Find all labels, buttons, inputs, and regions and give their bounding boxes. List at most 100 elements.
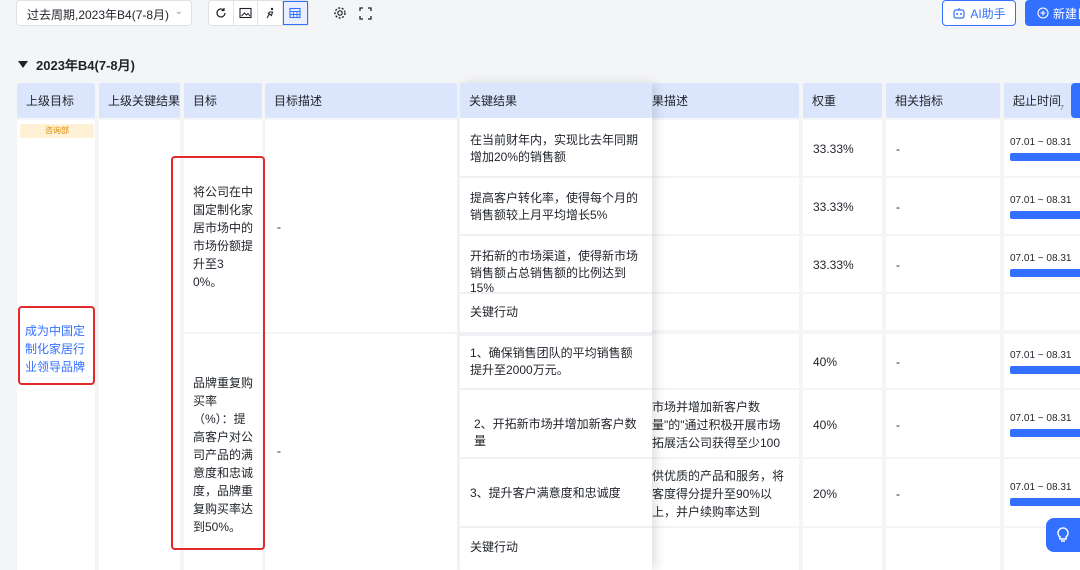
plus-circle-icon [1037, 7, 1049, 19]
header-label: 果描述 [652, 94, 689, 108]
metric-cell [886, 120, 1000, 176]
period-select[interactable]: 过去周期,2023年B4(7-8月) ⌄ [16, 0, 192, 26]
metric-cell [886, 178, 1000, 234]
ai-assistant-button[interactable]: AI助手 [942, 0, 1016, 26]
key-result-item[interactable]: 1、确保销售团队的平均销售额提升至2000万元。 [470, 344, 638, 378]
header-label: 起止时间 [1013, 94, 1062, 108]
expand-icon [358, 6, 372, 20]
date-range: 07.01 ~ 08.31 [1010, 253, 1072, 264]
metric-value: - [896, 258, 900, 272]
key-result-item[interactable]: 提高客户转化率，使得每个月的销售额较上月平均增长5% [470, 189, 638, 223]
row-divider [460, 292, 652, 294]
key-result-item[interactable]: 在当前财年内，实现比去年同期增加20%的销售额 [470, 131, 638, 165]
header-related-metrics[interactable]: 相关指标 [886, 83, 1000, 118]
metric-value: - [896, 200, 900, 214]
side-panel-tab[interactable] [1071, 83, 1080, 118]
header-weight[interactable]: 权重 [803, 83, 882, 118]
settings-button[interactable] [331, 4, 349, 22]
view-refresh-button[interactable] [209, 1, 234, 25]
header-start-end[interactable]: 起止时间 7 [1004, 83, 1080, 118]
metric-value: - [896, 487, 900, 501]
weight-cell [803, 528, 882, 570]
metric-cell [886, 459, 1000, 526]
row-divider [460, 332, 652, 336]
key-result-item[interactable]: 2、开拓新市场并增加新客户数量 [474, 415, 638, 449]
sort-indicator: 7 [1060, 105, 1064, 112]
row-divider [460, 234, 652, 236]
view-progress-button[interactable] [258, 1, 283, 25]
metric-value: - [896, 418, 900, 432]
header-objective[interactable]: 目标 [184, 83, 262, 118]
timeline-bar[interactable] [1010, 429, 1080, 437]
metric-value: - [896, 142, 900, 156]
header-key-result[interactable]: 关键结果 [460, 83, 652, 118]
timeline-bar[interactable] [1010, 366, 1080, 374]
header-label: 上级目标 [26, 94, 75, 108]
new-objective-label: 新建目 [1053, 6, 1080, 21]
highlight-box-objectives [171, 156, 265, 550]
header-kr-desc[interactable]: 果描述 [652, 83, 799, 118]
cycle-title: 2023年B4(7-8月) [36, 58, 135, 73]
timeline-bar[interactable] [1010, 498, 1080, 506]
date-range: 07.01 ~ 08.31 [1010, 195, 1072, 206]
row-divider [460, 388, 652, 390]
top-toolbar: 过去周期,2023年B4(7-8月) ⌄ AI助手 新建目 [0, 0, 1080, 30]
header-label: 关键结果 [469, 94, 518, 108]
key-results-column: 关键结果 在当前财年内，实现比去年同期增加20%的销售额 提高客户转化率，使得每… [460, 83, 652, 570]
date-cell [1004, 334, 1080, 388]
weight-cell [803, 294, 882, 330]
metric-value: - [896, 355, 900, 369]
timeline-bar[interactable] [1010, 211, 1080, 219]
header-label: 上级关键结果 [108, 94, 181, 108]
key-result-item[interactable]: 3、提升客户满意度和忠诚度 [470, 484, 638, 501]
view-image-button[interactable] [234, 1, 258, 25]
date-range: 07.01 ~ 08.31 [1010, 482, 1072, 493]
new-objective-button[interactable]: 新建目 [1025, 0, 1080, 26]
metric-cell [886, 294, 1000, 330]
date-cell [1004, 236, 1080, 292]
objective-desc-cell-1 [265, 120, 457, 332]
weight-value: 40% [813, 355, 838, 369]
weight-value: 33.33% [813, 200, 854, 214]
key-action-label[interactable]: 关键行动 [470, 538, 638, 555]
date-cell [1004, 178, 1080, 234]
fullscreen-button[interactable] [356, 4, 374, 22]
view-table-button[interactable] [282, 1, 308, 25]
help-button[interactable] [1046, 518, 1080, 552]
metric-cell [886, 390, 1000, 457]
timeline-bar[interactable] [1010, 269, 1080, 277]
image-icon [239, 7, 252, 19]
row-divider [460, 457, 652, 459]
parent-objective-link[interactable]: 成为中国定制化家居行业领导品牌 [25, 322, 89, 376]
header-label: 权重 [812, 94, 837, 108]
refresh-icon [216, 8, 226, 18]
metric-cell [886, 334, 1000, 388]
gear-icon [334, 7, 346, 19]
header-objective-desc[interactable]: 目标描述 [265, 83, 457, 118]
objective-desc-1: - [277, 220, 281, 234]
period-select-value: 过去周期,2023年B4(7-8月) [27, 8, 170, 22]
kr-desc-cell [652, 294, 799, 330]
metric-cell [886, 236, 1000, 292]
kr-desc-text: 市场并增加新客户数量"的"通过积极开展市场拓展活公司获得至少100个新客户 [652, 400, 781, 450]
date-range: 07.01 ~ 08.31 [1010, 350, 1072, 361]
header-label: 相关指标 [895, 94, 944, 108]
department-tag: 咨询部 [20, 124, 94, 138]
header-label: 目标描述 [274, 94, 323, 108]
header-parent-objective[interactable]: 上级目标 [17, 83, 95, 118]
timeline-bar[interactable] [1010, 153, 1080, 161]
parent-kr-cell [99, 120, 180, 570]
chevron-down-icon: ⌄ [174, 6, 183, 17]
key-result-item[interactable]: 开拓新的市场渠道，使得新市场销售额占总销售额的比例达到15% [470, 247, 638, 295]
cycle-section-toggle[interactable]: 2023年B4(7-8月) [18, 55, 135, 74]
date-cell [1004, 120, 1080, 176]
objective-desc-2: - [277, 444, 281, 458]
header-parent-kr[interactable]: 上级关键结果 [99, 83, 180, 118]
weight-value: 33.33% [813, 142, 854, 156]
caret-down-icon [18, 61, 28, 68]
key-action-label[interactable]: 关键行动 [470, 303, 638, 320]
weight-value: 40% [813, 418, 838, 432]
date-range: 07.01 ~ 08.31 [1010, 137, 1072, 148]
kr-desc-cell [652, 120, 799, 176]
running-icon [266, 7, 273, 19]
